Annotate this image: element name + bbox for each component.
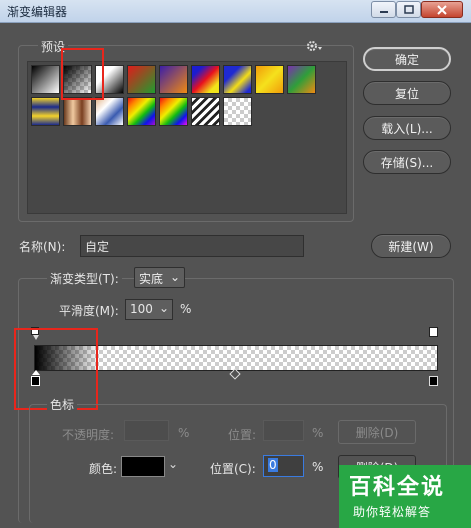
- color-swatch[interactable]: [121, 456, 165, 477]
- preset-swatch[interactable]: [223, 65, 252, 94]
- gradient-type-label: 渐变类型(T):: [47, 270, 122, 287]
- opacity-unit: %: [178, 426, 190, 440]
- preset-swatch[interactable]: [159, 65, 188, 94]
- opacity-stop[interactable]: [429, 327, 438, 337]
- opacity-label: 不透明度:: [62, 428, 115, 442]
- preset-swatch[interactable]: [127, 97, 156, 126]
- name-label: 名称(N):: [19, 240, 66, 254]
- preset-swatch[interactable]: [191, 65, 220, 94]
- highlight-box: [61, 48, 104, 100]
- name-field[interactable]: 自定: [80, 235, 304, 257]
- load-button[interactable]: 载入(L)...: [363, 116, 451, 140]
- opacity-location-field: [263, 420, 304, 441]
- preset-swatch[interactable]: [127, 65, 156, 94]
- preset-swatch[interactable]: [95, 97, 124, 126]
- opacity-field: [124, 420, 169, 441]
- maximize-button[interactable]: [396, 1, 421, 18]
- presets-gear-icon[interactable]: [306, 39, 324, 53]
- reset-button[interactable]: 复位: [363, 81, 451, 105]
- close-button[interactable]: [421, 1, 463, 18]
- color-location-field[interactable]: 0: [263, 455, 304, 477]
- minimize-button[interactable]: [371, 1, 396, 18]
- opacity-location-label: 位置:: [228, 428, 257, 442]
- preset-swatch[interactable]: [223, 97, 252, 126]
- smoothness-select[interactable]: 100 ⌄: [125, 299, 173, 320]
- color-label: 颜色:: [89, 462, 118, 476]
- title-bar: 渐变编辑器: [0, 0, 471, 23]
- smoothness-label: 平滑度(M):: [59, 304, 119, 318]
- gear-icon: [307, 41, 322, 51]
- chevron-down-icon: ⌄: [158, 301, 169, 315]
- preset-swatch[interactable]: [159, 97, 188, 126]
- color-location-value: 0: [268, 458, 278, 472]
- watermark-subtitle: 助你轻松解答: [353, 505, 432, 519]
- save-button[interactable]: 存储(S)...: [363, 150, 451, 174]
- close-icon: [437, 4, 447, 15]
- ok-button[interactable]: 确定: [363, 47, 451, 71]
- preset-swatch[interactable]: [63, 97, 92, 126]
- minimize-icon: [379, 10, 388, 13]
- smoothness-value: 100: [130, 302, 153, 316]
- preset-swatch[interactable]: [31, 97, 60, 126]
- gradient-type-select[interactable]: 实底 ⌄: [134, 267, 185, 288]
- stops-label: 色标: [47, 396, 78, 413]
- color-location-unit: %: [312, 460, 324, 474]
- watermark-logo: 百科全说 助你轻松解答: [339, 465, 471, 528]
- preset-swatch[interactable]: [255, 65, 284, 94]
- maximize-icon: [403, 5, 414, 14]
- color-stop[interactable]: [429, 376, 438, 386]
- preset-swatch[interactable]: [287, 65, 316, 94]
- preset-swatch[interactable]: [31, 65, 60, 94]
- gradient-type-value: 实底: [139, 272, 164, 286]
- watermark-title: 百科全说: [349, 475, 446, 500]
- new-button[interactable]: 新建(W): [371, 234, 451, 258]
- smoothness-unit: %: [180, 302, 192, 316]
- opacity-location-unit: %: [312, 426, 324, 440]
- chevron-down-icon: ⌄: [169, 270, 180, 284]
- preset-swatch[interactable]: [191, 97, 220, 126]
- color-location-label: 位置(C):: [210, 462, 256, 476]
- opacity-delete-button: 删除(D): [338, 420, 416, 444]
- chevron-down-icon[interactable]: ⌄: [168, 457, 178, 471]
- window-title: 渐变编辑器: [7, 5, 68, 19]
